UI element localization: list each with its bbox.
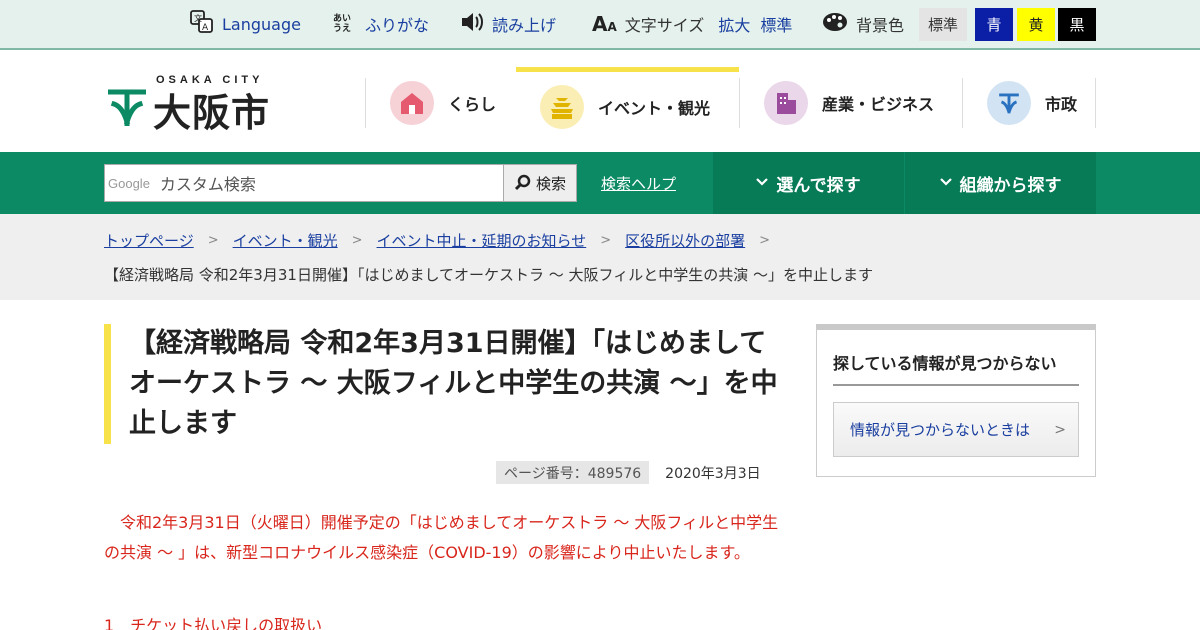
read-aloud-label: 読み上げ	[492, 16, 557, 35]
nav-tab-label: 市政	[1045, 95, 1078, 114]
bg-standard-button[interactable]: 標準	[919, 8, 967, 41]
article-meta: ページ番号：489576 2020年3月3日	[496, 461, 761, 484]
font-enlarge-button[interactable]: 拡大	[718, 12, 750, 36]
language-button[interactable]: 文A Language	[190, 0, 301, 48]
breadcrumb-current: 【経済戦略局 令和2年3月31日開催】「はじめましてオーケストラ 〜 大阪フィル…	[104, 266, 874, 284]
search-placeholder: カスタム検索	[159, 175, 256, 194]
city-mark-icon	[108, 89, 146, 126]
breadcrumb-link-top[interactable]: トップページ	[104, 230, 194, 251]
utility-bar: 文A Language あいうえ ふりがな 読み上げ AA 文字サイズ 拡大 標…	[0, 0, 1200, 50]
sidebar-link-label: 情報が見つからないときは	[850, 421, 1031, 439]
publish-date: 2020年3月3日	[665, 465, 761, 482]
font-size-icon: AA	[592, 12, 617, 36]
search-button-label: 検索	[535, 174, 566, 193]
article-subheading: 1 チケット払い戻しの取扱い	[104, 616, 323, 630]
svg-text:A: A	[202, 23, 209, 33]
browse-label: 選んで探す	[776, 175, 861, 196]
sidebar-title: 探している情報が見つからない	[833, 350, 1079, 386]
logo-title: 大阪市	[153, 91, 271, 135]
nav-divider	[1095, 78, 1096, 128]
search-input[interactable]: Google カスタム検索	[104, 164, 504, 202]
building-icon	[764, 81, 808, 125]
nav-tab-city-government[interactable]: 市政	[962, 78, 1095, 128]
language-icon: 文A	[190, 10, 214, 38]
svg-text:文: 文	[194, 13, 202, 23]
nav-tab-label: 産業・ビジネス	[822, 95, 935, 114]
speaker-icon	[460, 11, 484, 37]
page-title: 【経済戦略局 令和2年3月31日開催】「はじめましてオーケストラ 〜 大阪フィル…	[129, 328, 778, 439]
bg-yellow-button[interactable]: 黄	[1017, 8, 1055, 41]
google-label: Google	[108, 175, 150, 191]
nav-tab-label: くらし	[448, 95, 497, 114]
site-logo[interactable]: OSAKA CITY 大阪市	[108, 74, 288, 135]
nav-tab-business[interactable]: 産業・ビジネス	[739, 78, 962, 128]
breadcrumb: トップページ > イベント・観光 > イベント中止・延期のお知らせ > 区役所以…	[0, 214, 1200, 300]
browse-by-category-button[interactable]: 選んで探す	[713, 152, 904, 214]
browse-by-org-button[interactable]: 組織から探す	[905, 152, 1096, 214]
not-found-help-link[interactable]: 情報が見つからないときは >	[833, 402, 1079, 457]
page-number: ページ番号：489576	[496, 461, 650, 484]
nav-tab-events[interactable]: イベント・観光	[516, 67, 739, 152]
chevron-right-icon: >	[1054, 421, 1066, 438]
article-title-block: 【経済戦略局 令和2年3月31日開催】「はじめましてオーケストラ 〜 大阪フィル…	[104, 324, 784, 444]
font-size-label: 文字サイズ	[624, 16, 705, 35]
city-mark-icon	[987, 81, 1031, 125]
chevron-down-icon	[756, 175, 769, 191]
nav-tab-living[interactable]: くらし	[365, 78, 516, 128]
chevron-down-icon	[939, 175, 952, 191]
help-sidebar: 探している情報が見つからない 情報が見つからないときは >	[816, 324, 1096, 477]
bg-black-button[interactable]: 黒	[1058, 8, 1096, 41]
read-aloud-button[interactable]: 読み上げ	[460, 0, 556, 48]
search-help-link[interactable]: 検索ヘルプ	[601, 152, 676, 214]
org-label: 組織から探す	[959, 175, 1062, 196]
breadcrumb-links: トップページ > イベント・観光 > イベント中止・延期のお知らせ > 区役所以…	[104, 230, 784, 251]
chevron-right-icon: >	[600, 233, 612, 248]
language-label: Language	[222, 14, 301, 34]
nav-tab-label: イベント・観光	[598, 99, 711, 118]
breadcrumb-link-cancellations[interactable]: イベント中止・延期のお知らせ	[377, 230, 587, 251]
breadcrumb-link-departments[interactable]: 区役所以外の部署	[625, 230, 745, 251]
bg-blue-button[interactable]: 青	[975, 8, 1013, 41]
chevron-right-icon: >	[351, 233, 363, 248]
furigana-button[interactable]: あいうえ ふりがな	[333, 0, 429, 48]
search-bar: Google カスタム検索 検索 検索ヘルプ 選んで探す 組織から探す	[0, 152, 1200, 214]
site-header: OSAKA CITY 大阪市 くらし イベント・観光 産業・ビジネス 市政	[0, 50, 1200, 152]
furigana-label: ふりがな	[365, 16, 430, 35]
castle-icon	[540, 85, 584, 129]
house-icon	[390, 81, 434, 125]
bg-color-label: 背景色	[856, 16, 905, 35]
search-icon	[514, 174, 531, 191]
article-body: 令和2年3月31日（火曜日）開催予定の「はじめましてオーケストラ ～ 大阪フィル…	[104, 513, 779, 562]
furigana-icon: あいうえ	[333, 14, 352, 34]
bg-color-control: 背景色	[822, 0, 904, 48]
chevron-right-icon: >	[759, 233, 771, 248]
font-size-control: AA 文字サイズ 拡大 標準	[592, 0, 792, 48]
palette-icon	[822, 12, 848, 36]
breadcrumb-link-events[interactable]: イベント・観光	[233, 230, 338, 251]
font-standard-button[interactable]: 標準	[760, 12, 792, 36]
search-button[interactable]: 検索	[503, 164, 577, 202]
chevron-right-icon: >	[207, 233, 219, 248]
